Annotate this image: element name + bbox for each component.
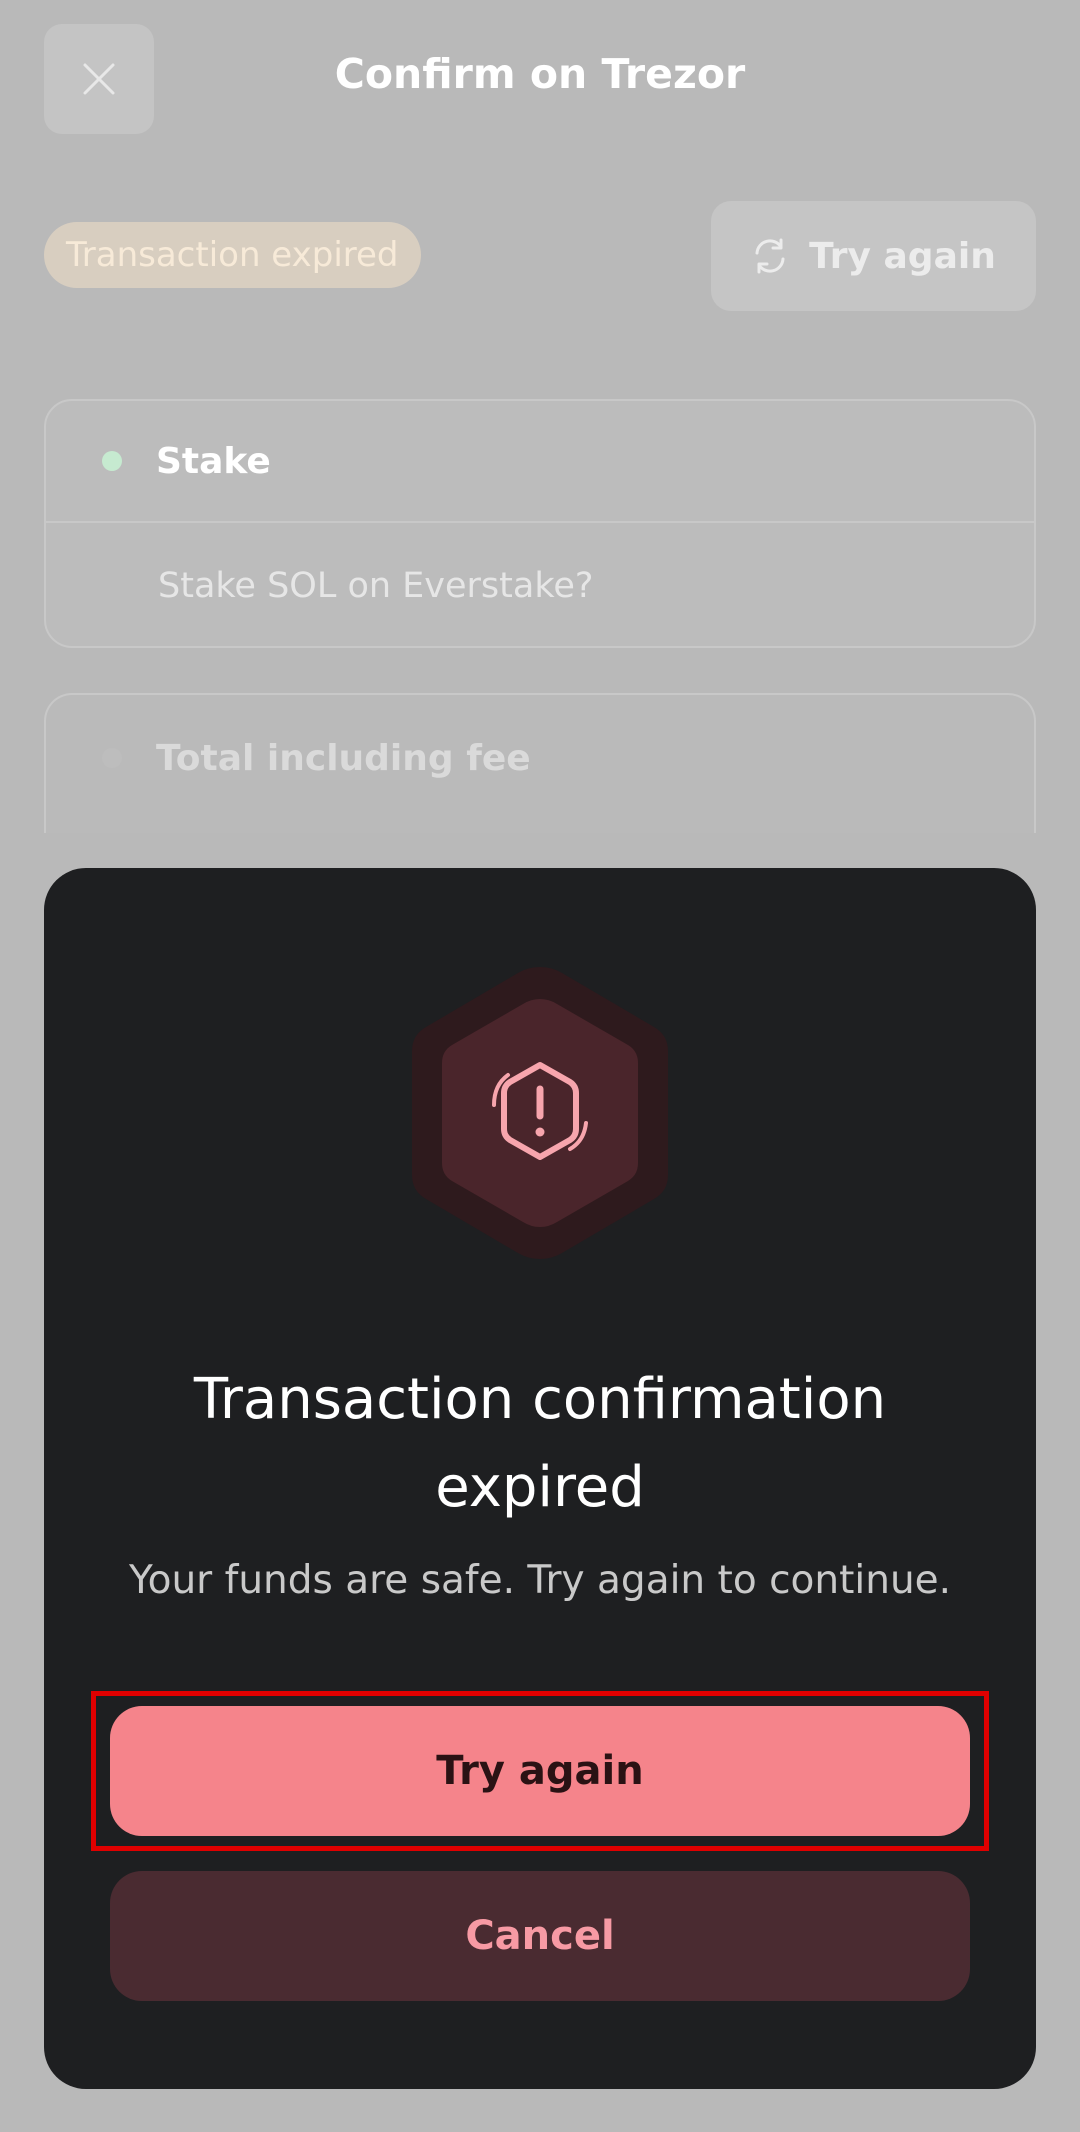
cancel-button[interactable]: Cancel bbox=[110, 1871, 970, 2001]
stake-step-card: Stake Stake SOL on Everstake? bbox=[44, 399, 1036, 648]
expired-modal-sheet: Transaction confirmation expired Your fu… bbox=[44, 868, 1036, 2089]
warning-hexagon-icon bbox=[404, 963, 676, 1263]
stake-step-header: Stake bbox=[46, 401, 1034, 523]
cancel-button-label: Cancel bbox=[465, 1913, 615, 1959]
page-title: Confirm on Trezor bbox=[334, 50, 746, 98]
refresh-icon bbox=[755, 238, 785, 274]
modal-title: Transaction confirmation expired bbox=[44, 1356, 1036, 1532]
total-step-card: Total including fee bbox=[44, 693, 1036, 833]
try-again-top-button[interactable]: Try again bbox=[711, 201, 1036, 311]
modal-subtitle: Your funds are safe. Try again to contin… bbox=[128, 1558, 952, 1603]
try-again-button[interactable]: Try again bbox=[110, 1706, 970, 1836]
status-badge: Transaction expired bbox=[44, 222, 421, 288]
total-step-header: Total including fee bbox=[46, 695, 1034, 821]
stake-step-label: Stake bbox=[156, 440, 271, 482]
stake-step-detail: Stake SOL on Everstake? bbox=[158, 565, 594, 606]
step-status-dot bbox=[102, 748, 122, 768]
modal-title-line-2: expired bbox=[435, 1455, 645, 1520]
step-status-dot bbox=[102, 451, 122, 471]
header: Confirm on Trezor bbox=[0, 0, 1080, 160]
modal-title-line-1: Transaction confirmation bbox=[193, 1367, 887, 1432]
total-step-label: Total including fee bbox=[156, 737, 531, 779]
try-again-button-label: Try again bbox=[436, 1748, 644, 1794]
try-again-top-label: Try again bbox=[809, 235, 996, 277]
